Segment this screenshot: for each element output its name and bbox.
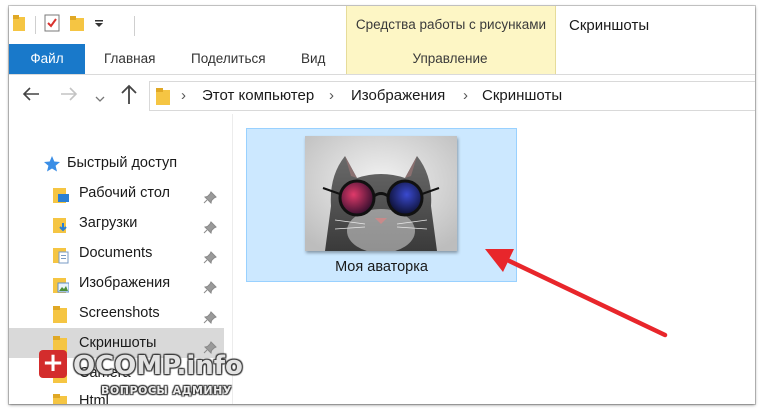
- watermark: + OCOMP.info ВОПРОСЫ АДМИНУ: [19, 348, 259, 404]
- plus-icon: +: [39, 350, 67, 378]
- watermark-brand: OCOMP.info: [73, 351, 243, 381]
- watermark-tagline: ВОПРОСЫ АДМИНУ: [101, 384, 232, 397]
- explorer-window: Средства работы с рисунками Скриншоты Фа…: [9, 6, 755, 404]
- annotation-arrow: [485, 249, 668, 338]
